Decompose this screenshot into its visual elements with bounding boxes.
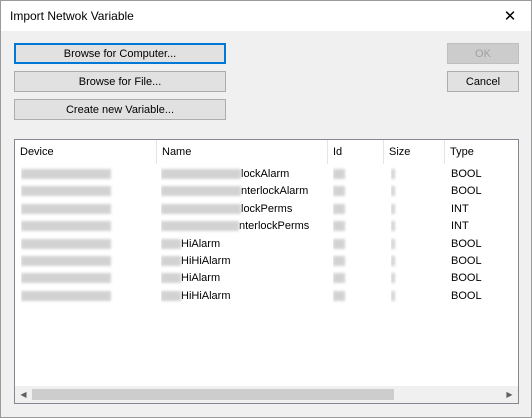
scrollbar-thumb[interactable]	[32, 389, 394, 400]
browse-computer-button[interactable]: Browse for Computer...	[14, 43, 226, 64]
device-cell	[21, 201, 151, 218]
name-cell: lockPerms	[161, 201, 326, 218]
column-header-name[interactable]: Name	[157, 140, 328, 164]
id-cell	[333, 270, 373, 287]
name-cell: nterlockAlarm	[161, 183, 326, 200]
type-cell: BOOL	[451, 237, 482, 250]
name-cell: nterlockPerms	[161, 218, 326, 235]
type-cell: BOOL	[451, 272, 482, 285]
id-cell	[333, 218, 373, 235]
close-icon[interactable]: ✕	[489, 1, 531, 31]
type-cell: BOOL	[451, 185, 482, 198]
name-text: HiHiAlarm	[181, 289, 231, 302]
variable-list[interactable]: Device Name Id Size Type lockAlarm BOOL nt…	[14, 139, 519, 404]
create-variable-button[interactable]: Create new Variable...	[14, 99, 226, 120]
size-cell	[391, 201, 431, 218]
name-text: HiAlarm	[181, 272, 221, 285]
scroll-left-icon[interactable]: ◀	[15, 386, 32, 403]
name-text: nterlockAlarm	[241, 185, 309, 198]
table-row[interactable]: HiHiAlarm BOOL	[15, 288, 518, 305]
id-cell	[333, 201, 373, 218]
table-row[interactable]: nterlockAlarm BOOL	[15, 183, 518, 200]
device-cell	[21, 236, 151, 253]
cancel-button[interactable]: Cancel	[447, 71, 519, 92]
device-cell	[21, 166, 151, 183]
size-cell	[391, 253, 431, 270]
size-cell	[391, 236, 431, 253]
name-cell: HiAlarm	[161, 236, 326, 253]
type-cell: INT	[451, 202, 469, 215]
column-header-size[interactable]: Size	[384, 140, 445, 164]
device-cell	[21, 288, 151, 305]
ok-button[interactable]: OK	[447, 43, 519, 64]
name-cell: HiAlarm	[161, 270, 326, 287]
id-cell	[333, 236, 373, 253]
name-text: nterlockPerms	[239, 220, 310, 233]
type-cell: BOOL	[451, 289, 482, 302]
id-cell	[333, 253, 373, 270]
device-cell	[21, 218, 151, 235]
size-cell	[391, 166, 431, 183]
size-cell	[391, 270, 431, 287]
list-header: Device Name Id Size Type	[15, 140, 518, 164]
table-row[interactable]: HiAlarm BOOL	[15, 270, 518, 287]
browse-file-button[interactable]: Browse for File...	[14, 71, 226, 92]
id-cell	[333, 183, 373, 200]
id-cell	[333, 166, 373, 183]
name-cell: HiHiAlarm	[161, 253, 326, 270]
import-variable-dialog: Import Netwok Variable ✕ Browse for Comp…	[0, 0, 532, 418]
name-cell: HiHiAlarm	[161, 288, 326, 305]
device-cell	[21, 270, 151, 287]
name-text: lockAlarm	[241, 168, 290, 180]
type-cell: BOOL	[451, 168, 482, 180]
scroll-right-icon[interactable]: ▶	[501, 386, 518, 403]
size-cell	[391, 218, 431, 235]
horizontal-scrollbar[interactable]: ◀ ▶	[15, 386, 518, 403]
table-row[interactable]: HiHiAlarm BOOL	[15, 253, 518, 270]
name-text: HiHiAlarm	[181, 255, 231, 267]
device-cell	[21, 253, 151, 270]
window-title: Import Netwok Variable	[10, 9, 134, 23]
name-cell: lockAlarm	[161, 166, 326, 183]
size-cell	[391, 183, 431, 200]
name-text: HiAlarm	[181, 237, 221, 250]
column-header-id[interactable]: Id	[328, 140, 384, 164]
table-row[interactable]: HiAlarm BOOL	[15, 236, 518, 253]
size-cell	[391, 288, 431, 305]
table-row[interactable]: nterlockPerms INT	[15, 218, 518, 235]
table-row[interactable]: lockPerms INT	[15, 201, 518, 218]
type-cell: BOOL	[451, 255, 482, 267]
column-header-type[interactable]: Type	[445, 140, 518, 164]
device-cell	[21, 183, 151, 200]
table-row[interactable]: lockAlarm BOOL	[15, 166, 518, 183]
id-cell	[333, 288, 373, 305]
name-text: lockPerms	[241, 202, 293, 215]
type-cell: INT	[451, 220, 469, 233]
column-header-device[interactable]: Device	[15, 140, 157, 164]
title-bar: Import Netwok Variable ✕	[1, 1, 531, 31]
